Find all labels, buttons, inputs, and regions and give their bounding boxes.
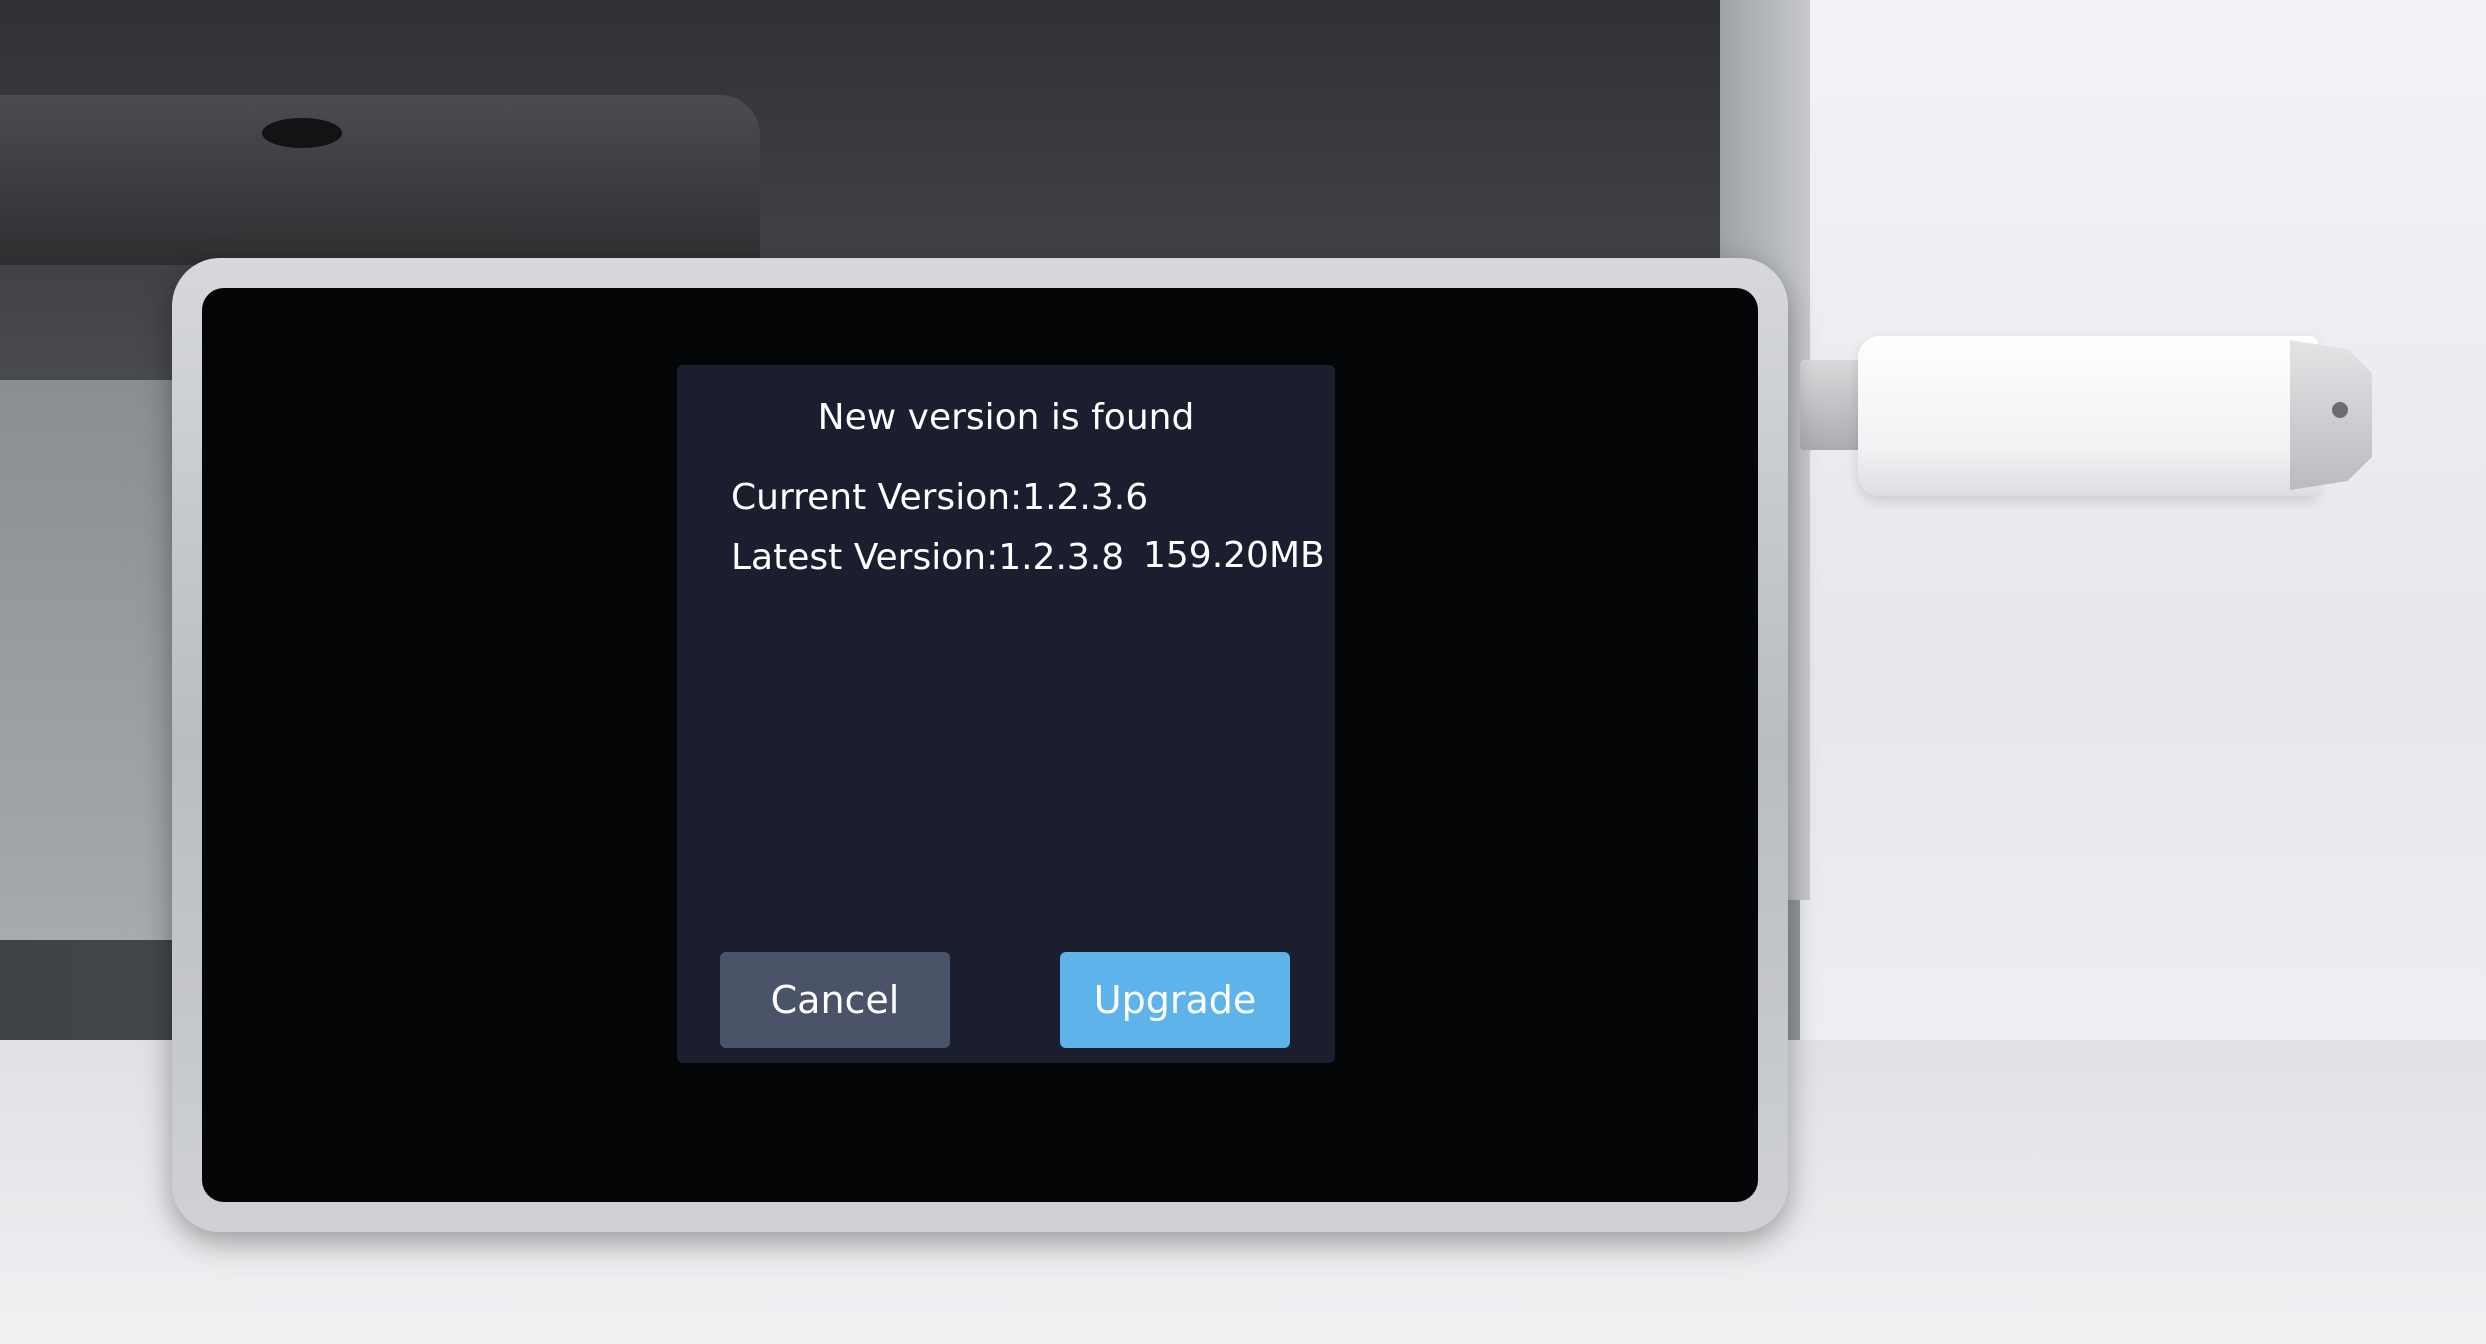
firmware-update-dialog: New version is found Current Version:1.2…: [677, 365, 1335, 1063]
touchscreen-display: New version is found Current Version:1.2…: [202, 288, 1758, 1202]
touchscreen-device: New version is found Current Version:1.2…: [172, 258, 1788, 1232]
cancel-button[interactable]: Cancel: [720, 952, 950, 1048]
dialog-title: New version is found: [817, 397, 1195, 438]
file-size-text: 159.20MB: [1143, 535, 1325, 576]
usb-cap: [2290, 340, 2372, 490]
usb-stick: [1858, 336, 2318, 496]
upgrade-button[interactable]: Upgrade: [1060, 952, 1290, 1048]
printer-bracket: [0, 95, 760, 265]
latest-version-text: Latest Version:1.2.3.8: [731, 537, 1125, 578]
printer-column: [0, 380, 190, 940]
usb-lanyard-hole: [2332, 402, 2348, 418]
current-version-text: Current Version:1.2.3.6: [731, 477, 1149, 518]
photo-scene: New version is found Current Version:1.2…: [0, 0, 2486, 1344]
bracket-hole: [262, 118, 342, 148]
